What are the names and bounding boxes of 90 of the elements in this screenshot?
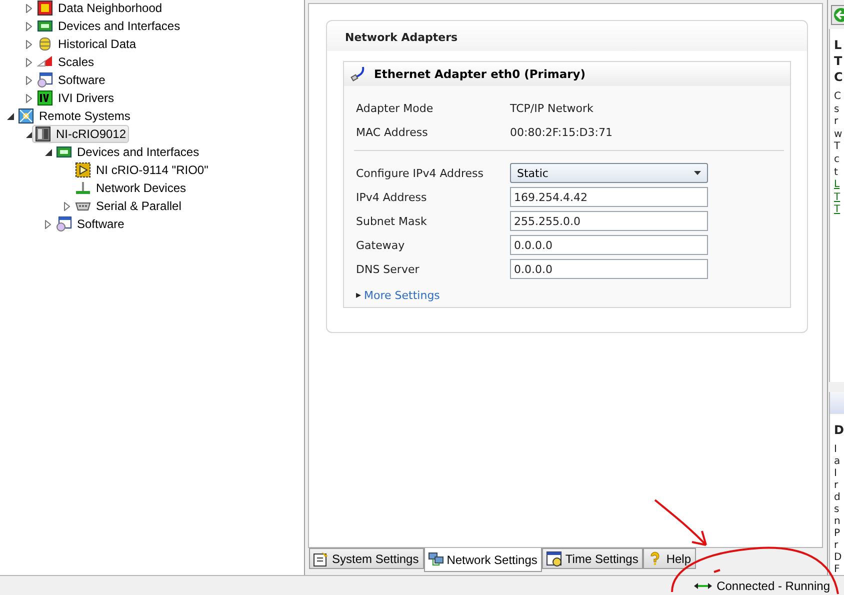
settings-icon — [313, 550, 329, 566]
tree-item[interactable]: Data Neighborhood — [34, 0, 166, 17]
field-label: IPv4 Address — [356, 190, 428, 204]
connection-icon — [694, 582, 712, 590]
tree-item[interactable]: Scales — [34, 53, 98, 71]
details-text: a — [834, 456, 842, 468]
input-field[interactable]: 255.255.0.0 — [510, 211, 708, 231]
circuit-board-icon — [37, 18, 53, 34]
link-fragment[interactable]: T — [834, 192, 844, 204]
network-icon — [75, 180, 91, 196]
expand-arrow-icon[interactable] — [43, 219, 53, 229]
field-label: DNS Server — [356, 262, 420, 276]
help-text: C — [834, 91, 842, 104]
tree-item[interactable]: Devices and Interfaces — [34, 17, 184, 35]
tree-item[interactable]: Historical Data — [34, 35, 140, 53]
tree-item[interactable]: Software — [53, 215, 128, 233]
adapter-title: Ethernet Adapter eth0 (Primary) — [374, 67, 586, 81]
details-text: I — [834, 444, 838, 456]
expand-marker[interactable]: ▸ — [356, 290, 362, 300]
help-text: w — [834, 128, 844, 142]
field-label: MAC Address — [356, 126, 429, 138]
software-icon — [56, 216, 72, 232]
input-field[interactable]: 0.0.0.0 — [510, 259, 708, 279]
connection-status: Connected - Running — [716, 578, 830, 592]
field-label: Adapter Mode — [356, 102, 434, 114]
data-icon — [37, 0, 53, 16]
field-value: 00:80:2F:15:D3:71 — [510, 126, 614, 138]
field-value: TCP/IP Network — [510, 102, 594, 114]
expand-arrow-icon[interactable] — [62, 201, 72, 211]
tree-item[interactable]: Network Devices — [72, 179, 190, 197]
tree-item[interactable]: IVI Drivers — [34, 89, 118, 107]
tab[interactable]: Network Settings — [424, 548, 542, 572]
calendar-clock-icon — [546, 550, 562, 566]
tree-item[interactable]: Software — [34, 71, 108, 89]
hand-drawn-arrow — [654, 499, 707, 546]
help-title-text: C — [834, 70, 843, 84]
circuit-board-icon — [56, 144, 72, 160]
ipv4-mode-dropdown[interactable]: Static — [510, 163, 708, 183]
link-fragment[interactable]: T — [834, 204, 844, 217]
more-settings-link[interactable]: More Settings — [364, 288, 440, 302]
details-text: n — [834, 516, 842, 528]
input-field[interactable]: 0.0.0.0 — [510, 235, 708, 255]
tab[interactable]: System Settings — [309, 548, 424, 569]
expand-arrow-icon[interactable] — [24, 57, 34, 67]
collapse-arrow-icon[interactable] — [5, 111, 15, 121]
details-text: r — [834, 540, 840, 552]
input-field[interactable]: 169.254.4.42 — [510, 187, 708, 207]
controller-icon — [35, 126, 51, 142]
back-arrow-icon — [834, 8, 844, 22]
network-hub-icon — [18, 108, 34, 124]
details-text: d — [834, 492, 842, 504]
ivi-icon — [37, 90, 53, 106]
details-text: I — [834, 468, 838, 480]
tab[interactable]: Time Settings — [542, 548, 644, 569]
tree-item[interactable]: Serial & Parallel — [72, 197, 184, 215]
expand-arrow-icon[interactable] — [24, 75, 34, 85]
details-text: r — [834, 480, 840, 492]
tree-item[interactable]: Devices and Interfaces — [53, 143, 202, 161]
help-title-text: T — [834, 54, 842, 68]
help-text: T — [834, 141, 842, 154]
details-text: F — [834, 564, 841, 575]
details-text: D — [834, 552, 843, 564]
tree-item[interactable]: Remote Systems — [15, 107, 134, 125]
collapse-arrow-icon[interactable] — [43, 147, 53, 157]
expand-arrow-icon[interactable] — [24, 3, 34, 13]
details-title: D — [834, 423, 844, 437]
help-title-text: L — [834, 38, 842, 52]
expand-arrow-icon[interactable] — [24, 21, 34, 31]
dropdown-caret-icon — [694, 171, 701, 175]
help-text: t — [834, 166, 839, 180]
details-text: s — [834, 504, 840, 516]
computers-icon — [428, 552, 444, 568]
tab[interactable]: Help — [643, 548, 696, 569]
expand-arrow-icon[interactable] — [24, 93, 34, 103]
help-text: s — [834, 104, 840, 116]
field-label: Subnet Mask — [356, 214, 428, 228]
details-text: P — [834, 528, 842, 540]
card-title: Network Adapters — [345, 31, 458, 44]
help-text: c — [834, 154, 840, 167]
software-icon — [37, 72, 53, 88]
hand-drawn-mark — [714, 569, 720, 573]
tree-item[interactable]: NI cRIO-9114 "RIO0" — [72, 161, 212, 179]
field-label: Gateway — [356, 238, 406, 252]
expand-arrow-icon[interactable] — [24, 39, 34, 49]
help-text: r — [834, 116, 840, 129]
link-fragment[interactable]: L — [834, 179, 844, 192]
module-icon — [75, 162, 91, 178]
field-label: Configure IPv4 Address — [356, 166, 484, 180]
selected-tree-item[interactable]: NI-cRIO9012 — [32, 125, 130, 143]
database-icon — [37, 36, 53, 52]
